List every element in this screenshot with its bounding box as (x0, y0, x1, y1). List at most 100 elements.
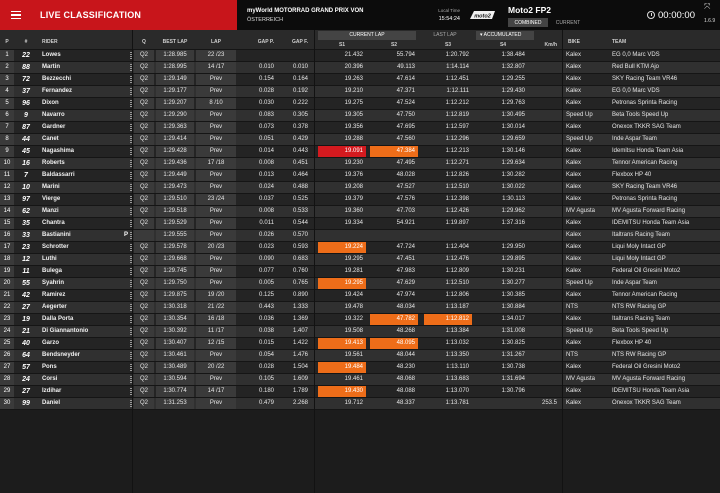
rider-name: Pons (42, 364, 57, 370)
table-row[interactable]: 14 62 Manzi Q2 1:29.518 Prev 0.008 0.533 19.360 4… (0, 206, 720, 218)
menu-button[interactable] (8, 7, 24, 23)
col-rider[interactable]: RIDER (42, 39, 58, 45)
position-cell: 14 (0, 206, 14, 217)
top-speed (529, 134, 557, 145)
team-name: Flexbox HP 40 (612, 172, 652, 178)
top-speed (529, 146, 557, 157)
table-row[interactable]: 5 96 Dixon Q2 1:29.207 8 /10 0.030 0.222 19.275 4… (0, 98, 720, 110)
top-speed (529, 314, 557, 325)
col-gap-previous[interactable]: GAP P. (238, 39, 274, 45)
table-row[interactable]: 8 44 Canet Q2 1:29.414 Prev 0.051 0.429 19.288 47… (0, 134, 720, 146)
table-row[interactable]: 18 12 Luthi Q2 1:29.668 Prev 0.090 0.683 19.295 4… (0, 254, 720, 266)
sector-mode-select[interactable]: ▾ ACCUMULATED (476, 31, 534, 40)
position-cell: 26 (0, 350, 14, 361)
sector-1-time: 19.230 (344, 160, 363, 166)
table-row[interactable]: 15 35 Chantra Q2 1:29.529 Prev 0.011 0.544 19.33… (0, 218, 720, 230)
top-speed (529, 242, 557, 253)
position-cell: 22 (0, 302, 14, 313)
best-lap-time: 1:29.290 (156, 110, 194, 121)
table-row[interactable]: 7 87 Gardner Q2 1:29.363 Prev 0.073 0.378 19.356… (0, 122, 720, 134)
gap-first (276, 50, 308, 61)
rider-name: Garzo (42, 340, 60, 346)
sector-1-time: 20.396 (344, 64, 363, 70)
col-speed[interactable]: Km/h (529, 42, 558, 48)
sector-3-time: 1:12.812 (424, 314, 472, 325)
table-row[interactable]: 26 64 Bendsneyder Q2 1:30.461 Prev 0.054 1.476 1… (0, 350, 720, 362)
rider-name: Luthi (42, 256, 57, 262)
table-row[interactable]: 17 23 Schrotter Q2 1:29.578 20 /23 0.023 0.593 1… (0, 242, 720, 254)
col-best-lap[interactable]: BEST LAP (156, 39, 194, 45)
table-row[interactable]: 30 99 Daniel Q2 1:31.253 Prev 0.479 2.268 19.712… (0, 398, 720, 410)
sector-3-time: 1:12.806 (445, 292, 469, 298)
col-qualifying[interactable]: Q (134, 39, 154, 45)
session-name: Moto2 FP2 (508, 5, 551, 15)
table-row[interactable]: 29 27 Izdihar Q2 1:30.774 14 /17 0.180 1.789 19.… (0, 386, 720, 398)
position-cell: 7 (0, 122, 14, 133)
lap-count: Prev (196, 254, 236, 265)
sector-1-time: 19.263 (344, 76, 363, 82)
table-row[interactable]: 25 40 Garzo Q2 1:30.407 12 /15 0.015 1.422 19.41… (0, 338, 720, 350)
lap-count: 12 /15 (196, 338, 236, 349)
top-speed (529, 86, 557, 97)
bike-manufacturer: Kalex (566, 52, 582, 58)
current-lap-tab[interactable]: CURRENT LAP (318, 31, 416, 40)
table-row[interactable]: 21 42 Ramirez Q2 1:29.875 19 /20 0.125 0.890 19.… (0, 290, 720, 302)
sector-3-time: 1:12.597 (445, 124, 469, 130)
col-lap[interactable]: LAP (196, 39, 236, 45)
sector-4-time: 1:30.495 (501, 112, 525, 118)
sector-2-time: 47.371 (396, 88, 415, 94)
tab-combined[interactable]: COMBINED (508, 18, 548, 27)
table-row[interactable]: 23 19 Dalla Porta Q2 1:30.354 16 /18 0.036 1.36… (0, 314, 720, 326)
team-name: EG 0,0 Marc VDS (612, 88, 660, 94)
gap-first: 0.683 (292, 256, 308, 262)
col-team[interactable]: TEAM (612, 39, 626, 45)
col-position[interactable]: P (0, 39, 14, 45)
lap-count: 20 /23 (196, 242, 236, 253)
bike-manufacturer: Speed Up (566, 112, 593, 118)
table-row[interactable]: 3 72 Bezzecchi Q2 1:29.149 Prev 0.154 0.164 19.2… (0, 74, 720, 86)
qualifying-status: Q2 (134, 362, 154, 373)
table-row[interactable]: 27 57 Pons Q2 1:30.489 20 /22 0.028 1.504 19.484… (0, 362, 720, 374)
sector-2-time: 49.113 (397, 64, 415, 70)
table-row[interactable]: 20 55 Syahrin Q2 1:29.750 Prev 0.005 0.765 19.29… (0, 278, 720, 290)
top-speed (529, 170, 557, 181)
table-row[interactable]: 10 16 Roberts Q2 1:29.436 17 /18 0.008 0.451 19.… (0, 158, 720, 170)
table-row[interactable]: 28 24 Corsi Q2 1:30.594 Prev 0.105 1.609 19.461 4… (0, 374, 720, 386)
gap-first: 0.429 (292, 136, 308, 142)
table-row[interactable]: 4 37 Fernandez Q2 1:29.177 Prev 0.028 0.192 19.2… (0, 86, 720, 98)
table-row[interactable]: 9 45 Nagashima Q2 1:29.428 Prev 0.014 0.443 19.0… (0, 146, 720, 158)
table-row[interactable]: 19 11 Bulega Q2 1:29.745 Prev 0.077 0.760 19.281… (0, 266, 720, 278)
rider-name: Dalla Porta (42, 316, 74, 322)
gap-previous (238, 50, 274, 61)
best-lap-time: 1:29.750 (156, 278, 194, 289)
tab-current[interactable]: CURRENT (550, 18, 586, 27)
table-row[interactable]: 12 10 Marini Q2 1:29.473 Prev 0.024 0.488 19.208… (0, 182, 720, 194)
sector-2-time: 47.524 (396, 100, 415, 106)
table-row[interactable]: 11 7 Baldassarri Q2 1:29.449 Prev 0.013 0.464 19… (0, 170, 720, 182)
sector-3-time: 1:12.213 (445, 148, 469, 154)
table-row[interactable]: 24 21 Di Giannantonio Q2 1:30.392 11 /17 0.038… (0, 326, 720, 338)
col-s3: S3 (444, 42, 452, 48)
rider-number: 23 (22, 244, 30, 251)
sector-3-time: 1:12.296 (445, 136, 469, 142)
sector-2-time: 47.629 (396, 280, 415, 286)
table-row[interactable]: 6 9 Navarro Q2 1:29.290 Prev 0.083 0.305 19.305 4… (0, 110, 720, 122)
sector-3-time: 1:12.819 (445, 112, 469, 118)
bike-manufacturer: Kalex (566, 160, 582, 166)
sector-1-time: 19.356 (344, 124, 363, 130)
position-cell: 17 (0, 242, 14, 253)
table-row[interactable]: 16 33 Bastianini 1:29.555 Prev 0.026 0.570 Kale… (0, 230, 720, 242)
table-row[interactable]: 13 97 Vierge Q2 1:29.510 23 /24 0.037 0.525 19.3… (0, 194, 720, 206)
sector-2-time: 47.495 (396, 160, 415, 166)
top-speed (529, 74, 557, 85)
fullscreen-icon[interactable]: ⤧ (704, 2, 710, 12)
table-row[interactable]: 1 22 Lowes Q2 1:28.985 22 /23 21.432 55.794 1:20… (0, 50, 720, 62)
sector-4-time: 1:30.884 (501, 304, 525, 310)
col-number[interactable]: # (16, 39, 36, 45)
table-row[interactable]: 22 27 Aegerter Q2 1:30.318 21 /22 0.443 1.333 19… (0, 302, 720, 314)
sector-2-time: 48.044 (396, 352, 415, 358)
col-bike[interactable]: BIKE (568, 39, 580, 45)
last-lap-tab[interactable]: LAST LAP (420, 31, 470, 40)
col-gap-first[interactable]: GAP F. (276, 39, 308, 45)
table-row[interactable]: 2 88 Martin Q2 1:28.995 14 /17 0.010 0.010 20.39… (0, 62, 720, 74)
